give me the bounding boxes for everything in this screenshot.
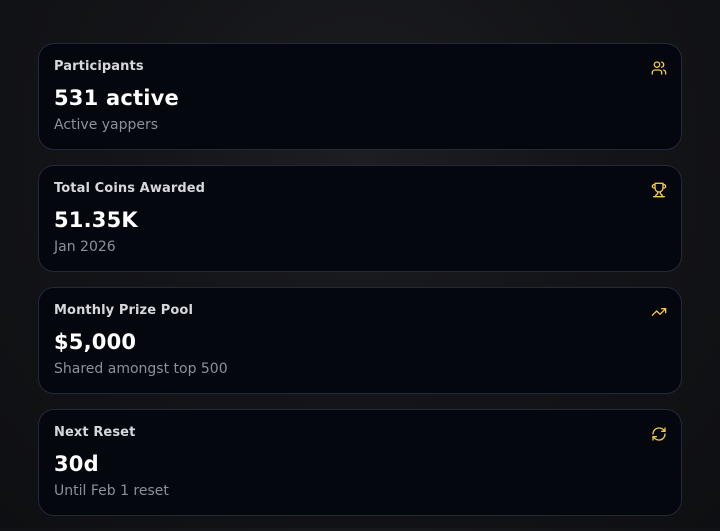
card-title: Participants <box>54 59 144 74</box>
stats-card-list: Participants 531 active Active yappers T… <box>38 43 682 531</box>
prize-pool-card: Monthly Prize Pool $5,000 Shared amongst… <box>38 287 682 394</box>
trending-up-icon <box>651 304 667 320</box>
card-value: $5,000 <box>54 330 137 354</box>
card-value: 30d <box>54 452 99 476</box>
refresh-icon <box>651 426 667 442</box>
users-icon <box>651 60 667 76</box>
card-subtitle: Active yappers <box>54 117 159 133</box>
participants-card: Participants 531 active Active yappers <box>38 43 682 150</box>
total-coins-card: Total Coins Awarded 51.35K Jan 2026 <box>38 165 682 272</box>
card-value: 531 active <box>54 86 179 110</box>
card-title: Next Reset <box>54 425 136 440</box>
card-value: 51.35K <box>54 208 138 232</box>
card-subtitle: Jan 2026 <box>54 239 116 255</box>
next-reset-card: Next Reset 30d Until Feb 1 reset <box>38 409 682 516</box>
card-subtitle: Until Feb 1 reset <box>54 483 169 499</box>
card-subtitle: Shared amongst top 500 <box>54 361 228 377</box>
trophy-icon <box>651 182 667 198</box>
card-title: Total Coins Awarded <box>54 181 206 196</box>
card-title: Monthly Prize Pool <box>54 303 193 318</box>
